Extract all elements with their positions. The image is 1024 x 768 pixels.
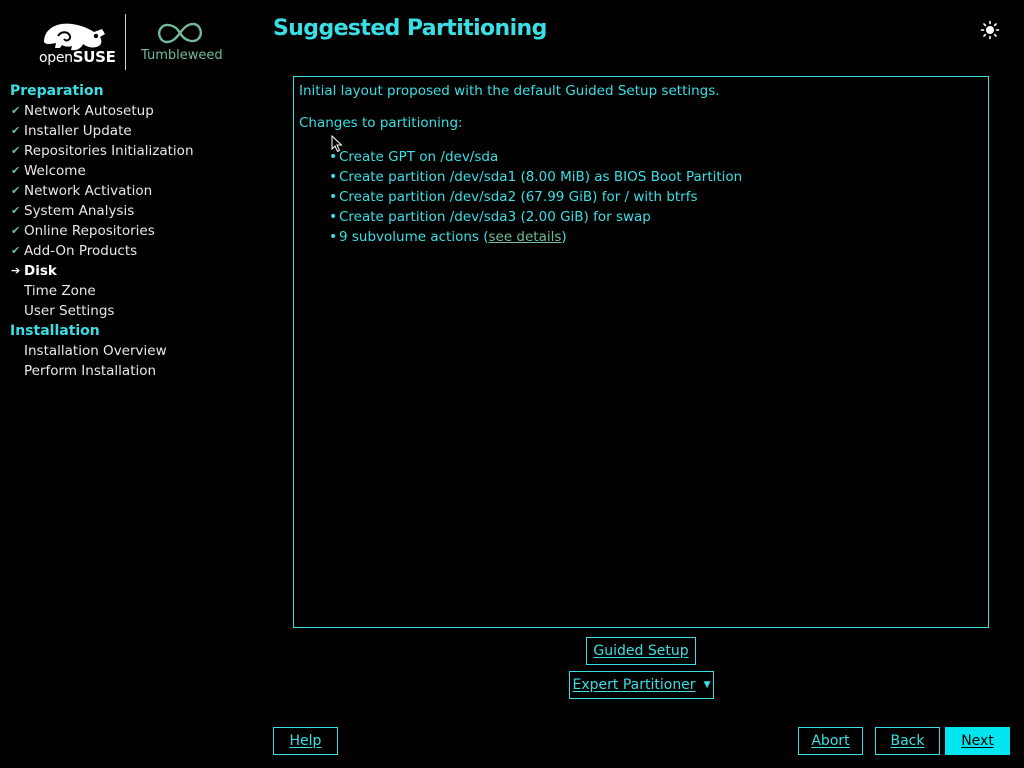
list-item: Create partition /dev/sda2 (67.99 GiB) f… bbox=[329, 187, 983, 207]
expert-partitioner-label: Expert Partitioner bbox=[572, 677, 696, 693]
product-logo: openSUSE Tumbleweed bbox=[38, 14, 228, 70]
step-label: Repositories Initialization bbox=[24, 143, 194, 159]
checkmark-icon: ✔ bbox=[11, 124, 21, 137]
back-button[interactable]: Back bbox=[875, 727, 940, 755]
logo-divider bbox=[125, 14, 126, 70]
step-label: Perform Installation bbox=[24, 363, 157, 379]
step-network-autosetup: ✔ Network Autosetup bbox=[10, 101, 260, 121]
step-label: Time Zone bbox=[24, 283, 96, 299]
expert-partitioner-button[interactable]: Expert Partitioner ▼ bbox=[569, 671, 714, 699]
step-online-repositories: ✔ Online Repositories bbox=[10, 221, 260, 241]
step-repositories-initialization: ✔ Repositories Initialization bbox=[10, 141, 260, 161]
step-group-installation: Installation bbox=[10, 323, 100, 339]
step-label: Network Autosetup bbox=[24, 103, 154, 119]
checkmark-icon: ✔ bbox=[11, 184, 21, 197]
list-item: Create partition /dev/sda1 (8.00 MiB) as… bbox=[329, 167, 983, 187]
next-button[interactable]: Next bbox=[945, 727, 1010, 755]
chevron-down-icon: ▼ bbox=[703, 680, 711, 690]
step-time-zone: Time Zone bbox=[10, 281, 260, 301]
step-label: Installer Update bbox=[24, 123, 132, 139]
step-group-preparation: Preparation bbox=[10, 83, 104, 99]
checkmark-icon: ✔ bbox=[11, 244, 21, 257]
guided-setup-button[interactable]: Guided Setup bbox=[586, 637, 696, 665]
abort-label: Abort bbox=[811, 733, 850, 749]
step-network-activation: ✔ Network Activation bbox=[10, 181, 260, 201]
step-disk: ➔ Disk bbox=[10, 261, 260, 281]
step-installation-overview: Installation Overview bbox=[10, 341, 260, 361]
page-title: Suggested Partitioning bbox=[273, 16, 547, 41]
mouse-pointer-icon bbox=[331, 135, 343, 153]
installation-steps-sidebar: Preparation ✔ Network Autosetup ✔ Installe… bbox=[10, 81, 260, 381]
step-system-analysis: ✔ System Analysis bbox=[10, 201, 260, 221]
checkmark-icon: ✔ bbox=[11, 204, 21, 217]
step-label: Installation Overview bbox=[24, 343, 167, 359]
step-perform-installation: Perform Installation bbox=[10, 361, 260, 381]
step-label: User Settings bbox=[24, 303, 115, 319]
step-installer-update: ✔ Installer Update bbox=[10, 121, 260, 141]
checkmark-icon: ✔ bbox=[11, 104, 21, 117]
step-welcome: ✔ Welcome bbox=[10, 161, 260, 181]
step-label: Network Activation bbox=[24, 183, 153, 199]
help-label: Help bbox=[289, 733, 322, 749]
subvolume-actions-close: ) bbox=[561, 229, 567, 245]
changes-heading: Changes to partitioning: bbox=[299, 115, 463, 131]
tumbleweed-wordmark: Tumbleweed bbox=[141, 48, 223, 63]
checkmark-icon: ✔ bbox=[11, 144, 21, 157]
next-label: Next bbox=[961, 733, 994, 749]
changes-list: Create GPT on /dev/sda Create partition … bbox=[299, 147, 983, 247]
list-item: Create GPT on /dev/sda bbox=[329, 147, 983, 167]
tumbleweed-infinity-icon bbox=[158, 22, 202, 44]
proposal-summary-panel[interactable]: Initial layout proposed with the default… bbox=[293, 76, 989, 628]
step-add-on-products: ✔ Add-On Products bbox=[10, 241, 260, 261]
step-label: Disk bbox=[24, 263, 57, 279]
help-button[interactable]: Help bbox=[273, 727, 338, 755]
sun-icon[interactable] bbox=[980, 20, 1000, 40]
proposal-intro-text: Initial layout proposed with the default… bbox=[299, 83, 720, 99]
arrow-right-icon: ➔ bbox=[11, 264, 21, 277]
see-details-link[interactable]: see details bbox=[489, 229, 562, 245]
step-label: Welcome bbox=[24, 163, 86, 179]
guided-setup-label: Guided Setup bbox=[593, 643, 689, 659]
abort-button[interactable]: Abort bbox=[798, 727, 863, 755]
list-item-subvolumes: 9 subvolume actions (see details) bbox=[329, 227, 983, 247]
opensuse-wordmark: openSUSE bbox=[39, 48, 116, 66]
step-label: System Analysis bbox=[24, 203, 135, 219]
back-label: Back bbox=[890, 733, 925, 749]
step-label: Add-On Products bbox=[24, 243, 138, 259]
step-user-settings: User Settings bbox=[10, 301, 260, 321]
list-item: Create partition /dev/sda3 (2.00 GiB) fo… bbox=[329, 207, 983, 227]
checkmark-icon: ✔ bbox=[11, 164, 21, 177]
checkmark-icon: ✔ bbox=[11, 224, 21, 237]
subvolume-actions-text: 9 subvolume actions ( bbox=[339, 229, 489, 245]
step-label: Online Repositories bbox=[24, 223, 155, 239]
